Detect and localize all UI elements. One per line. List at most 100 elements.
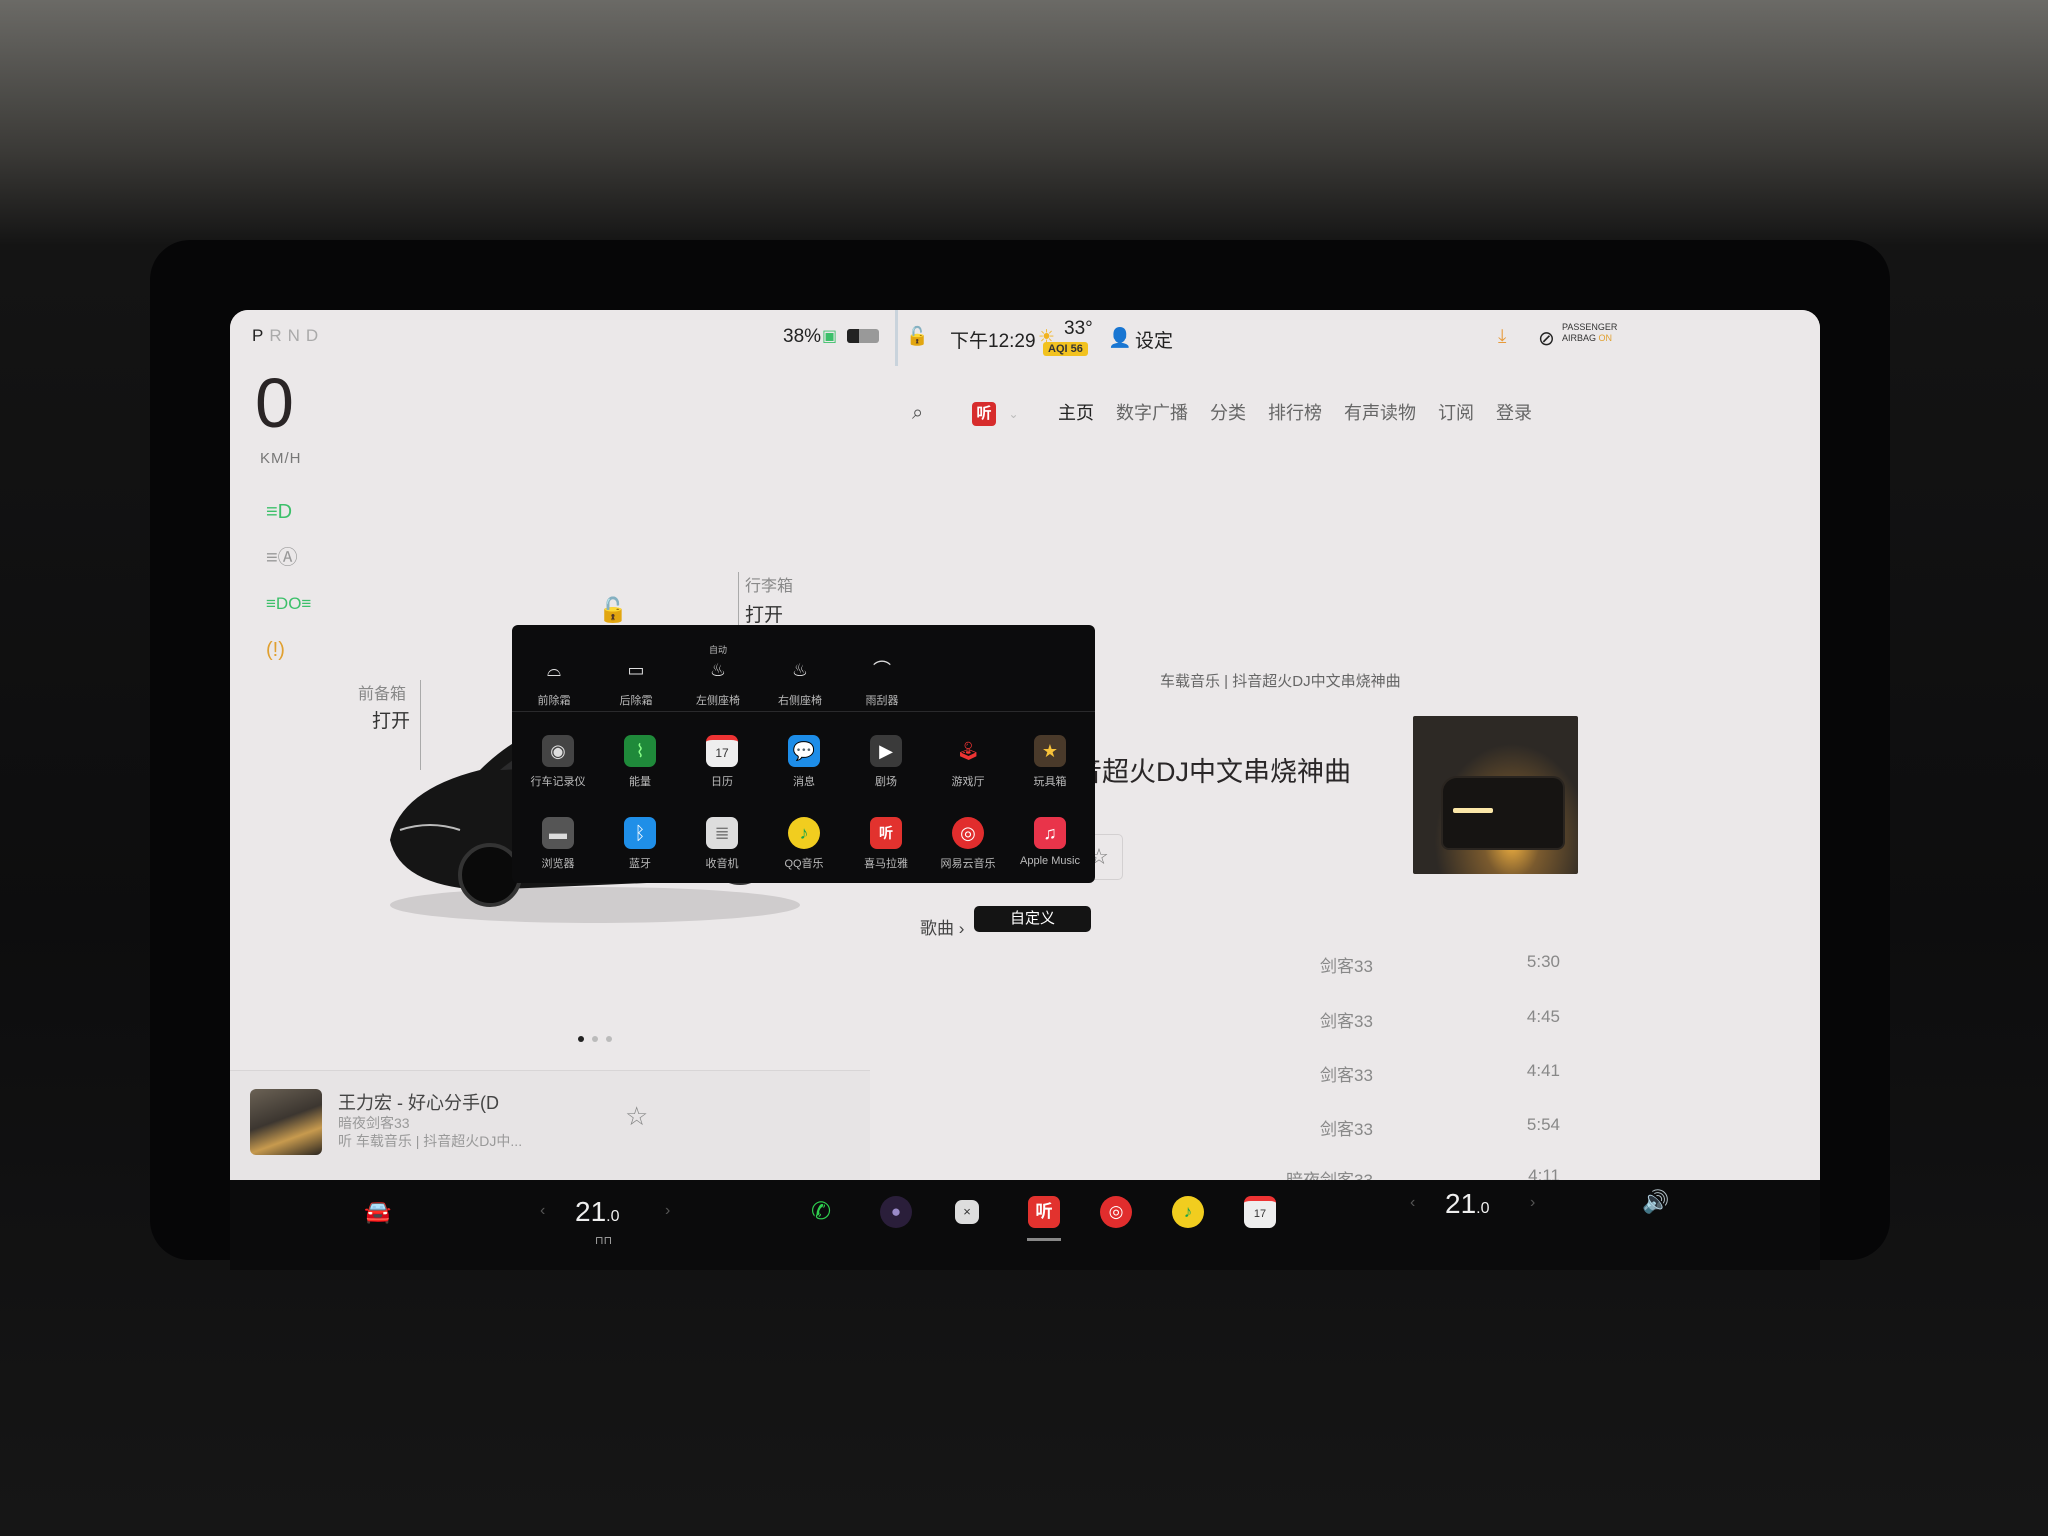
song-row[interactable]: 剑客33 4:45 — [1320, 1007, 1560, 1031]
nav-charts[interactable]: 排行榜 — [1268, 399, 1322, 425]
cover-lightbar — [1453, 808, 1493, 813]
settings-link[interactable]: 设定 — [1135, 326, 1173, 353]
trunk-open-button[interactable]: 打开 — [745, 600, 783, 627]
song-row[interactable]: 剑客33 5:30 — [1320, 952, 1560, 976]
song-artist: 剑客33 — [1320, 1120, 1373, 1139]
nav-categories[interactable]: 分类 — [1210, 399, 1246, 425]
tile-label: 能量 — [629, 776, 651, 788]
calendar-dock-icon[interactable]: 17 — [1244, 1196, 1276, 1228]
camera-icon[interactable]: ● — [880, 1196, 912, 1228]
charging-icon: ▣ — [822, 328, 838, 345]
tile-label: 前除霜 — [537, 695, 571, 707]
app-calendar[interactable]: 17 日历 — [686, 735, 758, 789]
song-row[interactable]: 剑客33 4:41 — [1320, 1061, 1560, 1085]
profile-icon[interactable]: 👤 — [1108, 326, 1132, 350]
favorite-star-icon[interactable]: ☆ — [625, 1101, 648, 1132]
page-dot[interactable] — [578, 1036, 584, 1042]
nav-digital-radio[interactable]: 数字广播 — [1116, 399, 1188, 425]
seat-climate-icon[interactable]: ⊓⊓ — [595, 1234, 612, 1247]
left-seat-heater-button[interactable]: 自动 ♨ 左侧座椅 — [682, 643, 754, 708]
mini-player-artist: 暗夜剑客33 — [338, 1115, 410, 1131]
calendar-icon: 17 — [706, 735, 738, 767]
volume-icon[interactable]: 🔊 — [1640, 1186, 1672, 1218]
song-artist: 剑客33 — [1320, 957, 1373, 976]
songs-section-link[interactable]: 歌曲 › — [920, 914, 964, 939]
front-defrost-button[interactable]: ⌓ 前除霜 — [518, 643, 590, 708]
nav-subscriptions[interactable]: 订阅 — [1438, 399, 1474, 425]
driver-temp-down[interactable]: ‹ — [540, 1202, 545, 1220]
netease-music-dock-icon[interactable]: ◎ — [1100, 1196, 1132, 1228]
song-artist: 剑客33 — [1320, 1012, 1373, 1031]
app-apple-music[interactable]: ♫ Apple Music — [1014, 817, 1086, 867]
tile-label: 后除霜 — [619, 695, 653, 707]
app-qq-music[interactable]: ♪ QQ音乐 — [768, 817, 840, 871]
app-launcher-panel: ⌓ 前除霜 ▭ 后除霜 自动 ♨ 左侧座椅 ♨ 右侧座椅 ⌒ 雨刮器 ◉ 行车记录仪 ⌇ 能量 … — [512, 625, 1095, 883]
tile-label: 浏览器 — [541, 858, 575, 870]
app-ximalaya[interactable]: 听喜马拉雅 — [850, 817, 922, 871]
app-energy[interactable]: ⌇ 能量 — [604, 735, 676, 789]
app-arcade[interactable]: 🕹 游戏厅 — [932, 735, 1004, 789]
tile-label: 雨刮器 — [865, 695, 899, 707]
driver-temp-up[interactable]: › — [665, 1202, 670, 1220]
cover-truck-shape — [1443, 778, 1563, 848]
speed-readout: 0 — [255, 364, 294, 442]
driver-temperature[interactable]: 21.0 — [575, 1196, 620, 1228]
airbag-off-icon: ⊘ — [1538, 328, 1555, 350]
unlock-icon[interactable]: 🔓 — [598, 596, 628, 625]
passenger-temperature[interactable]: 21.0 — [1445, 1188, 1490, 1220]
close-icon[interactable]: × — [955, 1200, 979, 1224]
page-indicator[interactable] — [578, 1036, 612, 1042]
right-seat-heater-button[interactable]: ♨ 右侧座椅 — [764, 643, 836, 708]
mini-player[interactable]: 王力宏 - 好心分手(D 暗夜剑客33 听 车载音乐 | 抖音超火DJ中... … — [230, 1070, 870, 1180]
ximalaya-dock-icon[interactable]: 听 — [1028, 1196, 1060, 1228]
passenger-temp-down[interactable]: ‹ — [1410, 1194, 1415, 1212]
media-source-selector[interactable]: 听 ⌄ — [972, 402, 1019, 426]
passenger-temp-value: 21 — [1445, 1188, 1477, 1219]
nav-audiobooks[interactable]: 有声读物 — [1344, 399, 1416, 425]
page-dot[interactable] — [592, 1036, 598, 1042]
passenger-temp-up[interactable]: › — [1530, 1194, 1535, 1212]
app-dashcam[interactable]: ◉ 行车记录仪 — [522, 735, 594, 789]
car-controls-icon[interactable]: 🚘 — [362, 1196, 394, 1228]
nav-login[interactable]: 登录 — [1496, 399, 1532, 425]
tile-label: 喜马拉雅 — [864, 858, 908, 870]
airbag-state: ON — [1598, 333, 1613, 343]
app-radio[interactable]: ≣ 收音机 — [686, 817, 758, 871]
song-duration: 5:54 — [1526, 1115, 1560, 1134]
app-browser[interactable]: ▬ 浏览器 — [522, 817, 594, 871]
theater-icon: ▶ — [870, 735, 902, 767]
search-icon[interactable]: ⌕ — [912, 402, 923, 425]
battery-gauge — [847, 329, 879, 343]
app-bluetooth[interactable]: ᛒ 蓝牙 — [604, 817, 676, 871]
download-update-icon[interactable]: ⤓ — [1498, 326, 1506, 348]
rear-defrost-icon: ▭ — [627, 660, 645, 680]
phone-icon[interactable]: ✆ — [805, 1196, 837, 1228]
netease-music-icon: ◎ — [952, 817, 984, 849]
breadcrumb: 车载音乐 | 抖音超火DJ中文串烧神曲 — [1160, 673, 1401, 690]
touchscreen: PRND 0 KM/H ≡D ≡Ⓐ ≡DO≡ (!) 前备箱 打开 行李箱 打开… — [230, 310, 1820, 1180]
auto-headlight-icon: ≡Ⓐ — [266, 547, 298, 569]
app-theater[interactable]: ▶ 剧场 — [850, 735, 922, 789]
tile-prefix: 自动 — [708, 645, 727, 655]
energy-icon: ⌇ — [624, 735, 656, 767]
qq-music-dock-icon[interactable]: ♪ — [1172, 1196, 1204, 1228]
rear-defrost-button[interactable]: ▭ 后除霜 — [600, 643, 672, 708]
wiper-button[interactable]: ⌒ 雨刮器 — [846, 643, 918, 708]
tile-label: 游戏厅 — [951, 776, 985, 788]
status-bar: 38% ▣ 🔓 下午12:29 ☀ 33° AQI 56 👤 设定 ⤓ ⊘ PA… — [230, 310, 1820, 366]
nav-home[interactable]: 主页 — [1058, 399, 1094, 425]
app-toybox[interactable]: ★ 玩具箱 — [1014, 735, 1086, 789]
app-netease-music[interactable]: ◎ 网易云音乐 — [932, 817, 1004, 871]
app-messages[interactable]: 💬 消息 — [768, 735, 840, 789]
parking-lights-icon: ≡DO≡ — [266, 594, 312, 613]
passenger-temp-decimal: .0 — [1476, 1200, 1490, 1217]
outside-temperature: 33° — [1064, 318, 1093, 339]
song-row[interactable]: 剑客33 5:54 — [1320, 1115, 1560, 1139]
tile-label: QQ音乐 — [784, 858, 824, 870]
lock-status-icon[interactable]: 🔓 — [906, 326, 928, 347]
tile-label: 收音机 — [705, 858, 739, 870]
custom-sort-button[interactable]: 自定义 — [974, 906, 1091, 932]
song-duration: 4:41 — [1526, 1061, 1560, 1080]
page-dot[interactable] — [606, 1036, 612, 1042]
song-row[interactable]: 暗夜剑客33 4:11 — [1286, 1166, 1560, 1180]
